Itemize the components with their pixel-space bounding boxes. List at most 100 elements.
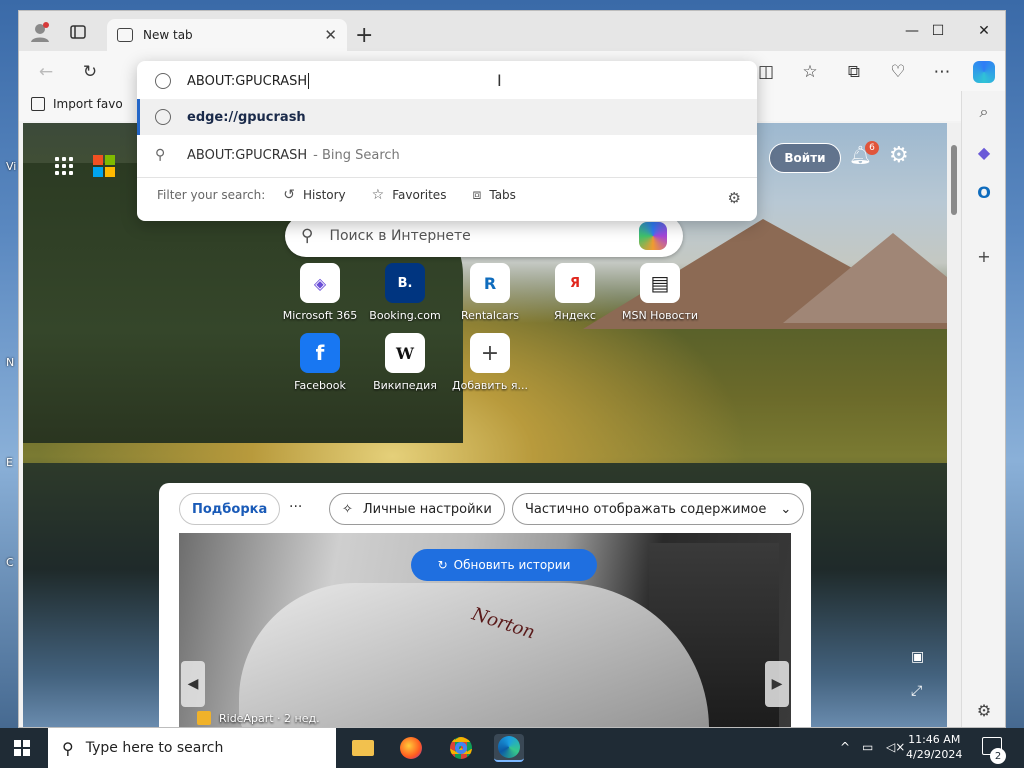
taskbar-search-placeholder: Type here to search <box>85 740 224 756</box>
outlook-icon[interactable]: O <box>971 179 997 205</box>
quick-link-label: Facebook <box>294 379 346 392</box>
refresh-stories-label: Обновить истории <box>453 558 571 572</box>
featured-story[interactable]: Norton ↻ Обновить истории ◀ ▶ RideApart … <box>179 533 791 727</box>
close-window-button[interactable]: ✕ <box>961 16 1005 46</box>
source-logo-icon <box>197 711 211 725</box>
collections-icon[interactable]: ⧉ <box>841 59 867 85</box>
story-source: RideApart · 2 нед. <box>197 711 320 725</box>
filter-label: Filter your search: <box>157 188 266 202</box>
windows-start-icon[interactable] <box>14 740 30 756</box>
next-story-button[interactable]: ▶ <box>765 661 789 707</box>
suggestion-bing-search[interactable]: ⚲ ABOUT:GPUCRASH - Bing Search <box>137 137 757 173</box>
system-clock[interactable]: 11:46 AM 4/29/2024 <box>906 732 962 762</box>
show-hidden-icons[interactable]: ^ <box>840 740 850 754</box>
rentalcars-icon: R <box>470 263 510 303</box>
copilot-sidebar-icon[interactable]: ◆ <box>971 139 997 165</box>
quick-link-yandex[interactable]: Я Яндекс <box>530 263 620 322</box>
booking-icon: B. <box>385 263 425 303</box>
edge-icon[interactable] <box>494 734 524 762</box>
profile-icon[interactable] <box>25 17 55 47</box>
personalize-icon: ✧ <box>342 501 353 517</box>
page-settings-icon[interactable]: ⚙ <box>889 143 909 168</box>
quick-link-msn-news[interactable]: ▤ MSN Новости <box>615 263 705 322</box>
microsoft-365-icon: ◈ <box>300 263 340 303</box>
favorites-icon[interactable]: ☆ <box>797 59 823 85</box>
content-visibility-label: Частично отображать содержимое <box>525 501 767 517</box>
tab-my-feed[interactable]: Подборка <box>179 493 281 525</box>
clock-time: 11:46 AM <box>908 733 961 746</box>
expand-icon[interactable]: ⤢ <box>911 683 922 699</box>
search-icon[interactable]: ⌕ <box>971 99 997 125</box>
star-icon: ☆ <box>371 187 385 203</box>
refresh-icon: ↻ <box>437 558 448 572</box>
new-tab-button[interactable]: + <box>355 23 373 48</box>
quick-link-add[interactable]: + Добавить я... <box>445 333 535 392</box>
back-icon[interactable]: ← <box>33 59 59 85</box>
import-icon <box>31 97 45 111</box>
quick-link-facebook[interactable]: f Facebook <box>275 333 365 392</box>
sign-in-button[interactable]: Войти <box>769 143 841 173</box>
tab-new-tab[interactable]: New tab ✕ <box>107 19 347 51</box>
tabs-icon: ⧈ <box>472 187 482 203</box>
title-bar: New tab ✕ + — ☐ ✕ <box>19 11 1005 51</box>
quick-link-wikipedia[interactable]: W Википедия <box>360 333 450 392</box>
story-source-label: RideApart · 2 нед. <box>219 711 320 725</box>
page-scrollbar[interactable] <box>947 123 961 727</box>
suggestion-edge-url[interactable]: edge://gpucrash <box>137 99 757 135</box>
file-explorer-icon[interactable] <box>348 734 378 762</box>
personalize-label: Личные настройки <box>362 501 492 517</box>
quick-link-label: Microsoft 365 <box>282 309 358 322</box>
refresh-stories-button[interactable]: ↻ Обновить истории <box>411 549 597 581</box>
quick-link-label: Rentalcars <box>460 309 520 322</box>
import-favorites-link[interactable]: Import favo <box>31 97 123 111</box>
more-menu-icon[interactable]: ⋯ <box>929 59 955 85</box>
filter-tabs[interactable]: ⧈ Tabs <box>472 187 515 203</box>
maximize-button[interactable]: ☐ <box>915 16 961 46</box>
refresh-icon[interactable]: ↻ <box>77 59 103 85</box>
background-image-icon[interactable]: ▣ <box>911 649 924 665</box>
quick-link-label: Добавить я... <box>452 379 528 392</box>
taskbar-search-box[interactable]: ⚲ Type here to search <box>48 728 336 768</box>
scrollbar-thumb[interactable] <box>951 145 957 215</box>
suggestion-text: edge://gpucrash <box>187 109 306 125</box>
divider <box>137 177 757 178</box>
workspaces-icon[interactable] <box>63 17 93 47</box>
chrome-icon[interactable] <box>446 734 476 762</box>
app-launcher-icon[interactable] <box>55 157 73 175</box>
browser-essentials-icon[interactable]: ♡ <box>885 59 911 85</box>
browser-window: New tab ✕ + — ☐ ✕ ← ↻ ◫ ☆ ⧉ ♡ ⋯ Import f… <box>18 10 1006 728</box>
quick-link-microsoft-365[interactable]: ◈ Microsoft 365 <box>275 263 365 322</box>
quick-link-booking[interactable]: B. Booking.com <box>360 263 450 322</box>
network-icon[interactable]: ▭ <box>862 740 873 754</box>
sidebar-settings-icon[interactable]: ⚙ <box>971 697 997 723</box>
personalize-button[interactable]: ✧ Личные настройки <box>329 493 505 525</box>
facebook-icon: f <box>300 333 340 373</box>
import-favorites-label: Import favo <box>53 97 123 111</box>
quick-link-rentalcars[interactable]: R Rentalcars <box>445 263 535 322</box>
filter-history[interactable]: ↺ History <box>283 187 345 203</box>
taskbar: ⚲ Type here to search ^ ▭ ◁× 11:46 AM 4/… <box>0 728 1024 768</box>
address-bar-dropdown: ABOUT:GPUCRASH edge://gpucrash ⚲ ABOUT:G… <box>137 61 757 221</box>
previous-story-button[interactable]: ◀ <box>181 661 205 707</box>
chevron-down-icon: ⌄ <box>780 501 792 517</box>
quick-link-label: MSN Новости <box>621 309 699 322</box>
close-tab-icon[interactable]: ✕ <box>324 26 337 44</box>
action-center-badge: 2 <box>990 748 1006 764</box>
globe-icon <box>155 73 171 89</box>
filter-favorites[interactable]: ☆ Favorites <box>372 187 447 203</box>
feed-more-icon[interactable]: ··· <box>289 499 302 515</box>
tab-page-icon <box>117 28 133 42</box>
firefox-icon[interactable] <box>396 734 426 762</box>
copilot-icon[interactable] <box>639 222 667 250</box>
web-search-box[interactable]: ⚲ Поиск в Интернете <box>285 215 683 257</box>
search-settings-icon[interactable]: ⚙ <box>728 189 741 207</box>
copilot-icon[interactable] <box>971 59 997 85</box>
news-feed: Подборка ··· ✧ Личные настройки Частично… <box>159 483 811 727</box>
content-visibility-dropdown[interactable]: Частично отображать содержимое ⌄ <box>512 493 805 525</box>
address-input-row[interactable]: ABOUT:GPUCRASH <box>137 63 757 99</box>
volume-icon[interactable]: ◁× <box>886 740 905 754</box>
add-icon[interactable]: + <box>971 243 997 269</box>
wikipedia-icon: W <box>385 333 425 373</box>
microsoft-logo-icon <box>93 155 115 177</box>
address-input[interactable]: ABOUT:GPUCRASH <box>187 74 307 89</box>
